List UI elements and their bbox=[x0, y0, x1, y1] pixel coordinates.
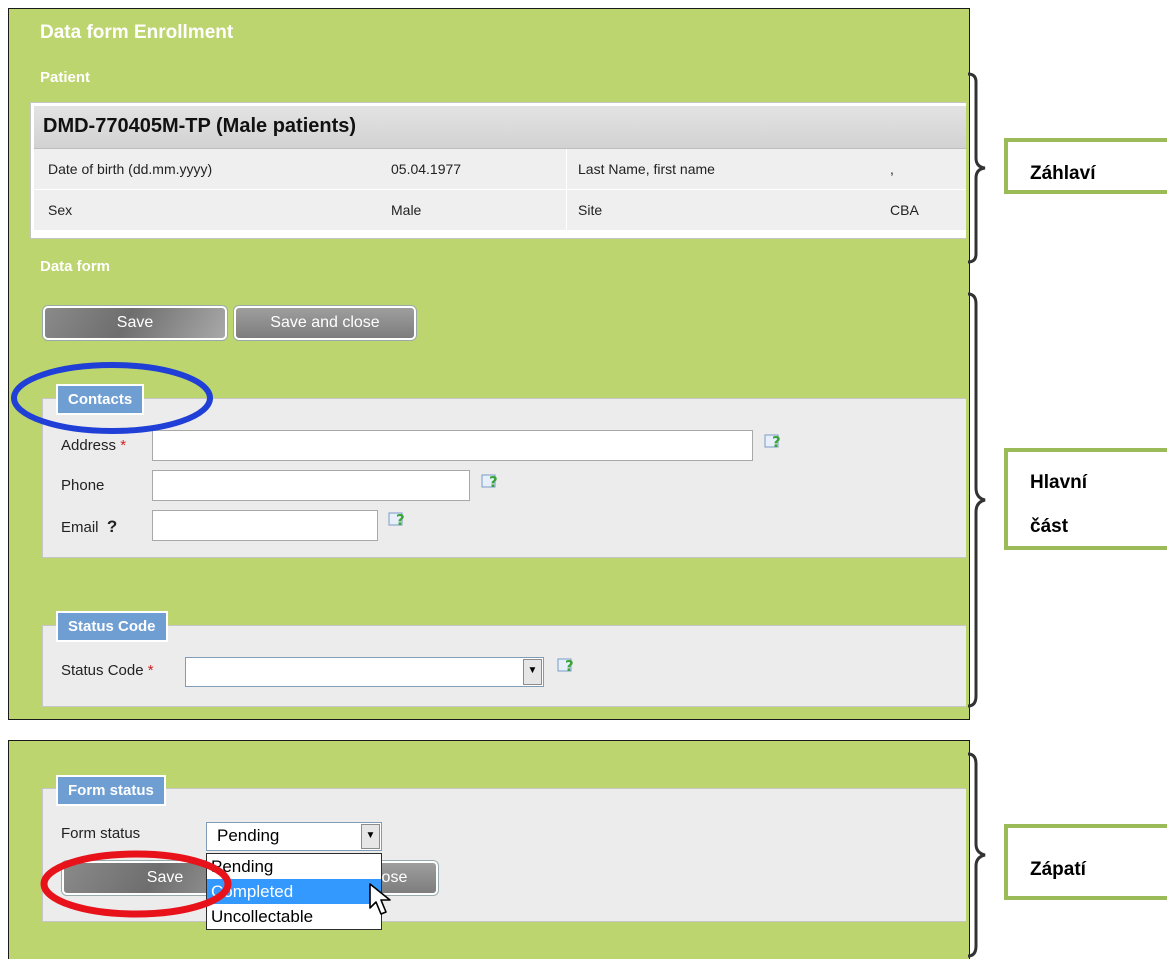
name-label: Last Name, first name bbox=[578, 161, 715, 177]
status-code-legend: Status Code bbox=[56, 611, 168, 642]
form-status-label: Form status bbox=[61, 825, 141, 842]
patient-id: DMD-770405M-TP (Male patients) bbox=[43, 115, 357, 137]
form-title: Data form Enrollment bbox=[40, 22, 234, 43]
save-and-close-button[interactable]: Save and close bbox=[234, 306, 416, 340]
site-label: Site bbox=[578, 202, 603, 218]
form-status-legend: Form status bbox=[56, 775, 166, 806]
mouse-cursor-icon bbox=[369, 883, 391, 915]
help-icon[interactable]: ? bbox=[481, 472, 501, 490]
chevron-down-icon[interactable]: ▼ bbox=[361, 824, 380, 849]
patient-info-box: DMD-770405M-TP (Male patients) Date of b… bbox=[30, 102, 966, 239]
chevron-down-icon[interactable]: ▼ bbox=[523, 659, 542, 685]
annotation-footer: Zápatí bbox=[1004, 824, 1167, 900]
bracket-icon bbox=[967, 72, 986, 264]
address-input[interactable] bbox=[152, 430, 753, 461]
status-code-select[interactable]: ▼ bbox=[185, 657, 544, 687]
sex-label: Sex bbox=[48, 202, 73, 218]
help-icon[interactable]: ? bbox=[557, 656, 577, 674]
help-icon[interactable]: ? bbox=[764, 432, 784, 450]
svg-text:?: ? bbox=[772, 433, 781, 450]
patient-heading: Patient bbox=[40, 69, 91, 86]
bracket-icon bbox=[967, 752, 986, 958]
dob-label: Date of birth (dd.mm.yyyy) bbox=[48, 161, 213, 177]
svg-text:?: ? bbox=[565, 657, 574, 674]
svg-text:?: ? bbox=[396, 511, 405, 528]
help-icon[interactable]: ? bbox=[388, 510, 408, 528]
phone-label: Phone bbox=[61, 477, 105, 494]
status-code-label: Status Code * bbox=[61, 662, 154, 679]
save-button[interactable]: Save bbox=[43, 306, 227, 340]
bracket-icon bbox=[967, 292, 986, 708]
email-input[interactable] bbox=[152, 510, 378, 541]
address-label: Address * bbox=[61, 437, 127, 454]
sex-value: Male bbox=[391, 202, 422, 218]
highlight-oval bbox=[11, 362, 213, 434]
dob-value: 05.04.1977 bbox=[391, 161, 462, 177]
patient-header: DMD-770405M-TP (Male patients) bbox=[34, 106, 966, 149]
svg-text:?: ? bbox=[489, 473, 498, 490]
name-value: , bbox=[890, 161, 894, 177]
patient-row: Sex Male Site CBA bbox=[34, 190, 966, 230]
data-form-heading: Data form bbox=[40, 258, 111, 275]
highlight-oval bbox=[40, 850, 232, 918]
site-value: CBA bbox=[890, 202, 919, 218]
patient-row: Date of birth (dd.mm.yyyy) 05.04.1977 La… bbox=[34, 149, 966, 190]
email-label: Email ? bbox=[61, 517, 118, 536]
phone-input[interactable] bbox=[152, 470, 470, 501]
annotation-main: Hlavní část bbox=[1004, 448, 1167, 550]
annotation-header: Záhlaví bbox=[1004, 138, 1167, 194]
